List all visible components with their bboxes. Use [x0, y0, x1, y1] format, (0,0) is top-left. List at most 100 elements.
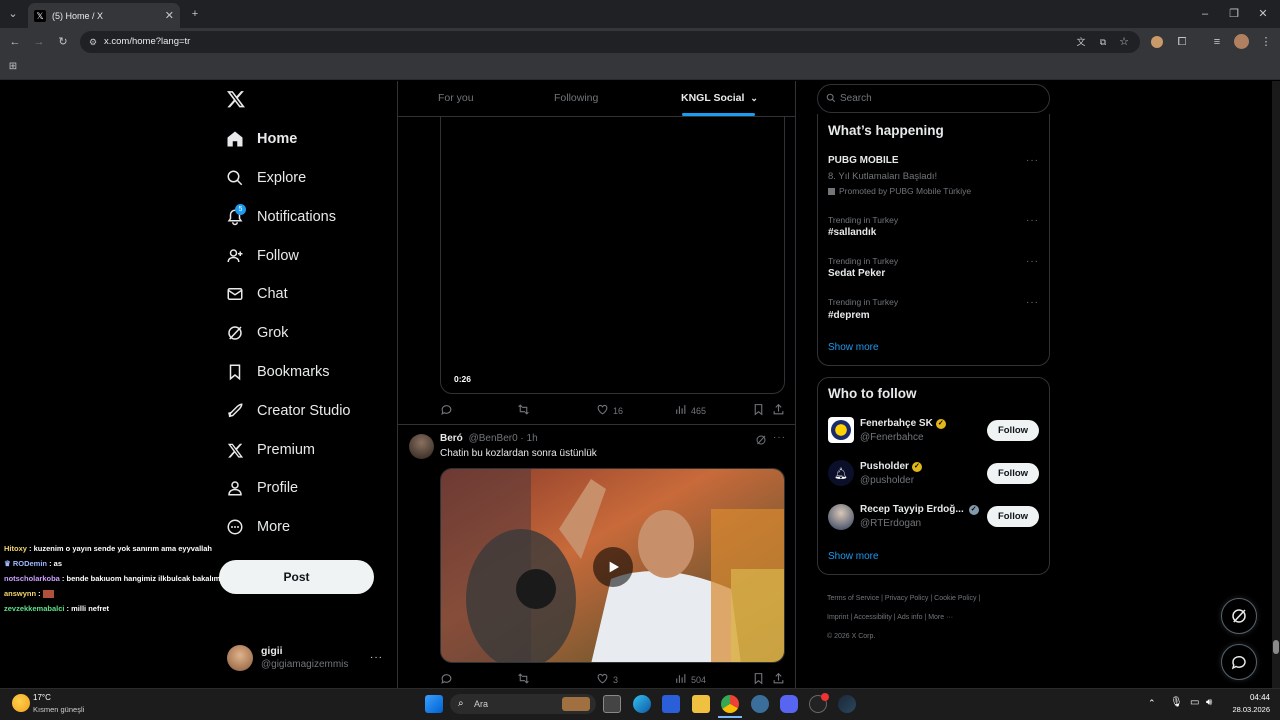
nav-premium[interactable]: Premium [226, 435, 315, 465]
nav-home[interactable]: Home [226, 124, 297, 154]
footer-link[interactable]: Imprint [827, 614, 848, 621]
bookmark-icon[interactable] [752, 672, 769, 685]
nav-follow[interactable]: Follow [226, 241, 299, 271]
views-button[interactable]: 465 [674, 403, 706, 418]
minimize-icon[interactable]: – [1198, 7, 1212, 21]
video-player[interactable]: 0:26 [440, 117, 785, 394]
author-handle[interactable]: @BenBer0 · 1h [469, 433, 538, 444]
avatar[interactable] [409, 434, 434, 459]
views-button[interactable]: 504 [674, 672, 706, 687]
nav-explore[interactable]: Explore [226, 163, 306, 193]
trend-name[interactable]: Sedat Peker [828, 268, 885, 279]
translate-icon[interactable]: 文 [1074, 35, 1088, 49]
maximize-icon[interactable]: ❐ [1227, 7, 1241, 21]
author-name[interactable]: Beró [440, 433, 463, 444]
site-settings-icon[interactable]: ⚙ [86, 35, 100, 49]
new-tab-icon[interactable]: + [188, 7, 202, 21]
trend-name[interactable]: #sallandık [828, 227, 876, 238]
footer-link[interactable]: Accessibility [854, 614, 892, 621]
show-more-link[interactable]: Show more [828, 551, 879, 562]
like-button[interactable]: 16 [596, 403, 623, 418]
settings-icon[interactable] [751, 695, 769, 713]
install-app-icon[interactable]: ⧉ [1096, 35, 1110, 49]
reload-icon[interactable]: ↻ [56, 35, 70, 49]
clock-time[interactable]: 04:44 [1232, 693, 1270, 702]
show-more-link[interactable]: Show more [828, 342, 879, 353]
reply-icon[interactable] [440, 403, 457, 416]
back-icon[interactable]: ← [8, 35, 22, 49]
taskbar-search[interactable]: ⌕ Ara [450, 694, 596, 714]
network-icon[interactable]: ▭ [1190, 697, 1199, 708]
share-icon[interactable] [772, 403, 789, 416]
user-name[interactable]: Fenerbahçe SK ✓ [860, 418, 946, 429]
grok-icon[interactable] [755, 433, 767, 451]
repost-icon[interactable] [517, 672, 534, 685]
discord-icon[interactable] [780, 695, 798, 713]
nav-profile[interactable]: Profile [226, 473, 298, 503]
nav-more[interactable]: More [226, 512, 290, 542]
more-icon[interactable]: ··· [1026, 256, 1039, 267]
user-name[interactable]: Pusholder ✓ [860, 461, 922, 472]
follow-button[interactable]: Follow [987, 506, 1039, 527]
nav-creator-studio[interactable]: Creator Studio [226, 396, 351, 426]
tab-kngl-social[interactable]: KNGL Social ⌄ [681, 92, 758, 104]
store-icon[interactable] [662, 695, 680, 713]
follow-button[interactable]: Follow [987, 463, 1039, 484]
nav-bookmarks[interactable]: Bookmarks [226, 357, 330, 387]
follow-button[interactable]: Follow [987, 420, 1039, 441]
microphone-icon[interactable]: 🎙︎ [1170, 697, 1183, 708]
scrollbar[interactable] [1272, 81, 1280, 688]
play-button[interactable] [593, 547, 633, 587]
more-icon[interactable]: ··· [773, 432, 786, 443]
share-icon[interactable] [772, 672, 789, 685]
url-input[interactable]: x.com/home?lang=tr [80, 31, 1140, 53]
footer-link[interactable]: Ads info [897, 614, 922, 621]
browser-tab[interactable]: 𝕏 (5) Home / X ✕ [28, 3, 180, 28]
scrollbar-thumb[interactable] [1273, 640, 1279, 654]
weather-temp[interactable]: 17°C [33, 693, 51, 702]
steam-icon[interactable] [838, 695, 856, 713]
footer-link[interactable]: Terms of Service [827, 595, 879, 602]
clock-date[interactable]: 28.03.2026 [1226, 705, 1270, 714]
repost-icon[interactable] [517, 403, 534, 416]
tab-following[interactable]: Following [554, 92, 598, 104]
grok-float-button[interactable] [1221, 598, 1257, 634]
file-explorer-icon[interactable] [692, 695, 710, 713]
post-button[interactable]: Post [219, 560, 374, 594]
footer-link[interactable]: Privacy Policy [885, 595, 929, 602]
footer-link[interactable]: Cookie Policy [934, 595, 976, 602]
nav-notifications[interactable]: 5 Notifications [226, 202, 336, 232]
extension-icon[interactable] [1151, 36, 1163, 48]
user-name[interactable]: Recep Tayyip Erdoğ... ✓ [860, 504, 979, 515]
task-view-icon[interactable] [603, 695, 621, 713]
bookmark-icon[interactable] [752, 403, 769, 416]
more-icon[interactable]: ··· [1026, 155, 1039, 166]
avatar[interactable]: 🔔︎ [828, 460, 854, 486]
weather-icon[interactable] [12, 694, 30, 712]
avatar[interactable] [828, 504, 854, 530]
window-close-icon[interactable]: ✕ [1256, 7, 1270, 21]
windows-start-icon[interactable] [425, 695, 443, 713]
x-logo-icon[interactable] [226, 89, 246, 114]
tab-for-you[interactable]: For you [438, 92, 474, 104]
avatar[interactable] [828, 417, 854, 443]
chrome-icon[interactable] [721, 695, 739, 713]
browser-avatar[interactable] [1234, 34, 1249, 49]
apps-grid-icon[interactable]: ⊞ [6, 60, 20, 74]
edge-icon[interactable] [633, 695, 651, 713]
more-icon[interactable]: ··· [1026, 297, 1039, 308]
more-icon[interactable]: ··· [1026, 215, 1039, 226]
like-button[interactable]: 3 [596, 672, 618, 687]
avatar[interactable] [227, 645, 253, 671]
volume-icon[interactable]: 🔊︎ [1206, 697, 1212, 708]
media-control-icon[interactable]: ≡ [1210, 35, 1224, 49]
tab-close-icon[interactable]: ✕ [165, 9, 174, 22]
nav-chat[interactable]: Chat [226, 279, 288, 309]
video-player[interactable] [440, 468, 785, 663]
footer-link[interactable]: More ··· [928, 614, 953, 621]
bookmark-star-icon[interactable]: ☆ [1117, 35, 1131, 49]
forward-icon[interactable]: → [32, 35, 46, 49]
trend-name[interactable]: #deprem [828, 310, 870, 321]
account-menu-icon[interactable]: ··· [370, 652, 383, 663]
browser-menu-icon[interactable]: ⋮ [1259, 35, 1273, 49]
